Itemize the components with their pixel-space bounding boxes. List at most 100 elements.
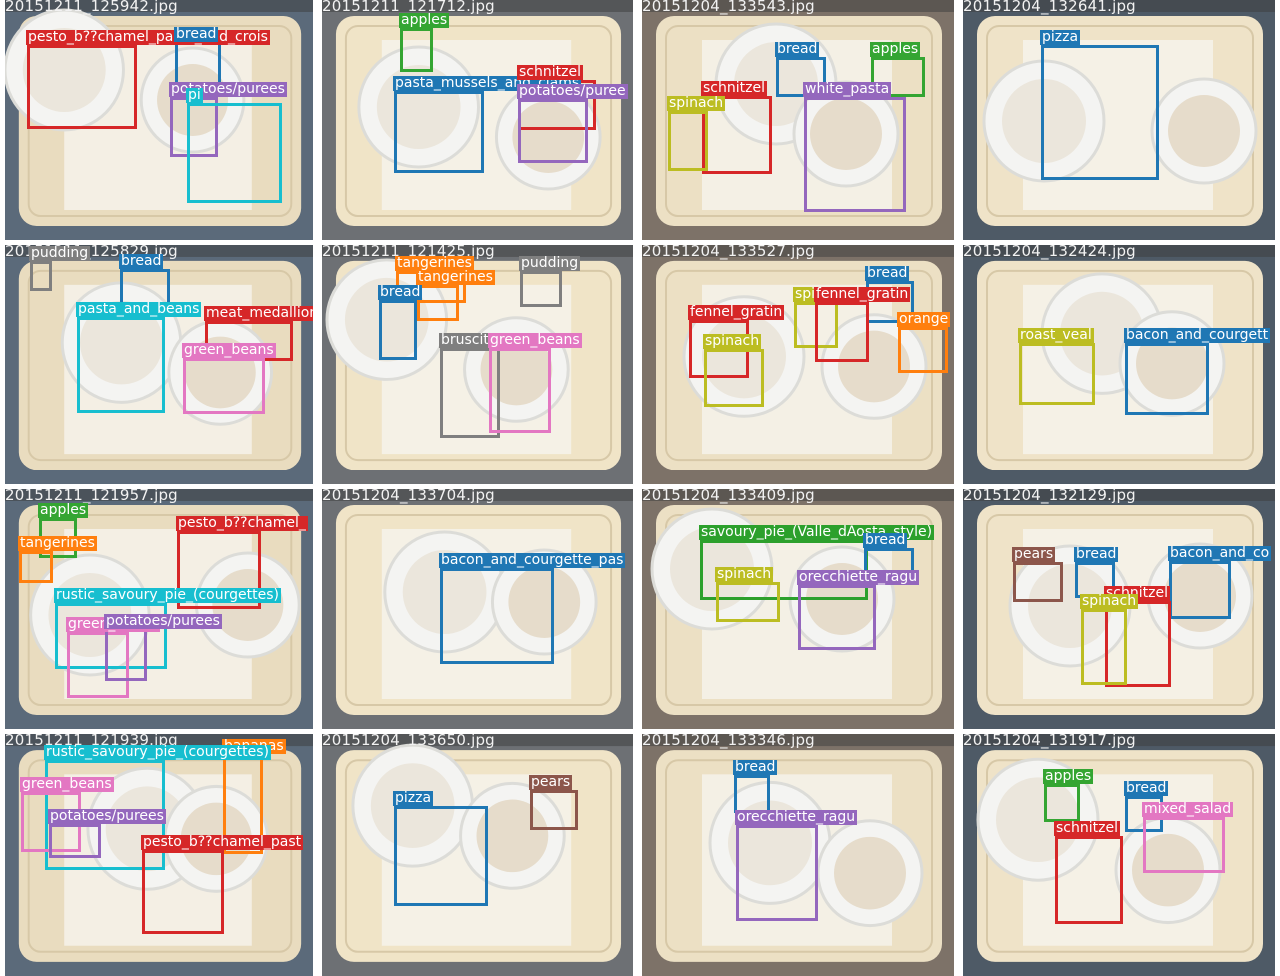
detection-label: white_pasta bbox=[803, 81, 892, 97]
image-cell: 20151204_133527.jpgbread spinach fennel_gr… bbox=[642, 245, 954, 484]
bounding-box bbox=[489, 348, 551, 433]
detection-label: schnitzel bbox=[517, 64, 583, 80]
detection-label: pears bbox=[529, 774, 573, 790]
bounding-box bbox=[27, 45, 137, 129]
detection-label: potatoes/purees bbox=[104, 613, 222, 629]
image-cell: 20151204_133543.jpgbread apples schnitzel s… bbox=[642, 0, 954, 240]
bounding-box bbox=[716, 582, 780, 622]
detection-label: bread bbox=[174, 26, 219, 42]
bounding-box bbox=[187, 103, 282, 203]
detection-label: orecchiette_ragu bbox=[797, 569, 920, 585]
detection-label: bacon_and_courgett bbox=[1124, 327, 1271, 343]
bounding-box bbox=[518, 99, 588, 163]
detection-label: potatoes/purees bbox=[48, 808, 166, 824]
image-cell: 20151211_121425.jpg tangerines tangerines p… bbox=[322, 245, 633, 484]
detection-label: bread bbox=[863, 532, 908, 548]
bounding-box bbox=[1125, 343, 1209, 415]
bounding-box bbox=[49, 824, 101, 858]
detection-label: green_beans bbox=[182, 342, 276, 358]
bounding-box bbox=[1019, 343, 1095, 405]
image-filename: 20151211_121957.jpg bbox=[5, 489, 178, 504]
detection-label: bread bbox=[733, 759, 778, 775]
detection-label: bread bbox=[1124, 780, 1169, 796]
detection-label: pesto_b??chamel_ bbox=[176, 515, 308, 531]
detection-label: schnitzel bbox=[1054, 820, 1120, 836]
detection-label: rustic_savoury_pie_(courgettes) bbox=[54, 587, 281, 603]
bounding-box bbox=[798, 585, 876, 650]
detection-label: pasta_and_beans bbox=[76, 301, 202, 317]
image-cell: 20151211_121939.jpgbananasrustic_savoury… bbox=[5, 734, 313, 976]
bounding-box bbox=[394, 91, 484, 173]
detection-label: schnitzel bbox=[701, 80, 767, 96]
bounding-box bbox=[105, 629, 147, 681]
image-cell: 20151204_133346.jpg bread orecchiette_ragu bbox=[642, 734, 954, 976]
image-cell: 20151204_132641.jpg pizza bbox=[963, 0, 1275, 240]
detection-label: apples bbox=[38, 502, 89, 518]
image-cell: 20151204_133704.jpg bacon_and_courgette_p… bbox=[322, 489, 633, 729]
detection-label: pudding bbox=[519, 255, 581, 271]
image-cell: 20151204_133409.jpg savoury_pie_(Valle_dA… bbox=[642, 489, 954, 729]
detection-label: pears bbox=[1012, 546, 1056, 562]
image-filename: 20151211_125942.jpg bbox=[5, 0, 178, 15]
bounding-box bbox=[804, 97, 906, 212]
image-filename: 20151204_133704.jpg bbox=[322, 489, 495, 504]
bounding-box bbox=[417, 285, 459, 321]
bounding-box bbox=[120, 269, 170, 305]
bounding-box bbox=[668, 111, 708, 171]
bounding-box bbox=[19, 551, 53, 583]
image-filename: 20151204_131917.jpg bbox=[963, 734, 1136, 749]
image-cell: 20151211_125829.jpg pudding bread pasta_and… bbox=[5, 245, 313, 484]
image-cell: 20151204_132129.jpgpears bread bacon_and_c… bbox=[963, 489, 1275, 729]
detection-label: tangerines bbox=[18, 535, 97, 551]
detection-label: spinach bbox=[703, 333, 762, 349]
detection-label: mixed_salad bbox=[1142, 801, 1234, 817]
bounding-box bbox=[1013, 562, 1063, 602]
detection-label: potatoes/puree bbox=[517, 83, 628, 99]
image-cell: 20151204_133650.jpg pizza pears bbox=[322, 734, 633, 976]
bounding-box bbox=[379, 300, 417, 360]
bounding-box bbox=[183, 358, 265, 414]
detection-label: apples bbox=[1043, 768, 1094, 784]
bounding-box bbox=[736, 825, 818, 921]
image-cell: 20151204_132424.jpg roast_veal bacon_and_c… bbox=[963, 245, 1275, 484]
bounding-box bbox=[520, 271, 562, 307]
detection-label: meat_medallion bbox=[204, 306, 313, 321]
bounding-box bbox=[30, 261, 52, 291]
detection-label: bread bbox=[775, 41, 820, 57]
detection-label: green_beans bbox=[488, 332, 582, 348]
bounding-box bbox=[734, 775, 770, 813]
image-cell: 20151211_125942.jpg pesto_b??chamel_pasta… bbox=[5, 0, 313, 240]
image-cell: 20151211_121957.jpg apples tangerines pesto… bbox=[5, 489, 313, 729]
detection-label: green_beans bbox=[20, 776, 114, 792]
detection-grid: 20151211_125942.jpg pesto_b??chamel_pasta… bbox=[0, 0, 1280, 976]
bounding-box bbox=[440, 568, 554, 664]
bounding-box bbox=[898, 327, 948, 373]
detection-label: fennel_gratin bbox=[814, 286, 911, 302]
bounding-box bbox=[1169, 561, 1231, 619]
detection-label: rustic_savoury_pie_(courgettes) bbox=[44, 744, 271, 760]
detection-label: bread bbox=[1074, 546, 1119, 562]
detection-label: pizza bbox=[1040, 29, 1081, 45]
detection-label: pesto_b??chamel_pasta_and_crois bbox=[26, 29, 270, 45]
detection-label: pesto_b??chamel_past bbox=[141, 834, 304, 850]
detection-label: roast_veal bbox=[1018, 327, 1094, 343]
detection-label: bacon_and_co bbox=[1168, 545, 1272, 561]
detection-label: apples bbox=[870, 41, 921, 57]
bounding-box bbox=[1044, 784, 1080, 822]
bounding-box bbox=[1143, 817, 1225, 873]
image-filename: 20151204_132129.jpg bbox=[963, 489, 1136, 504]
bounding-box bbox=[530, 790, 578, 830]
bounding-box bbox=[1041, 45, 1159, 180]
detection-label: pudding bbox=[29, 245, 91, 261]
bounding-box bbox=[142, 850, 224, 934]
detection-label: spinach bbox=[667, 95, 726, 111]
bounding-box bbox=[394, 806, 488, 906]
detection-label: tangerines bbox=[416, 269, 495, 285]
image-filename: 20151204_133543.jpg bbox=[642, 0, 815, 15]
bounding-box bbox=[1055, 836, 1123, 924]
photo-background bbox=[963, 245, 1275, 484]
detection-label: orange bbox=[897, 311, 951, 327]
detection-label: apples bbox=[399, 12, 450, 28]
detection-label: spinach bbox=[1080, 593, 1139, 609]
bounding-box bbox=[1081, 609, 1127, 685]
